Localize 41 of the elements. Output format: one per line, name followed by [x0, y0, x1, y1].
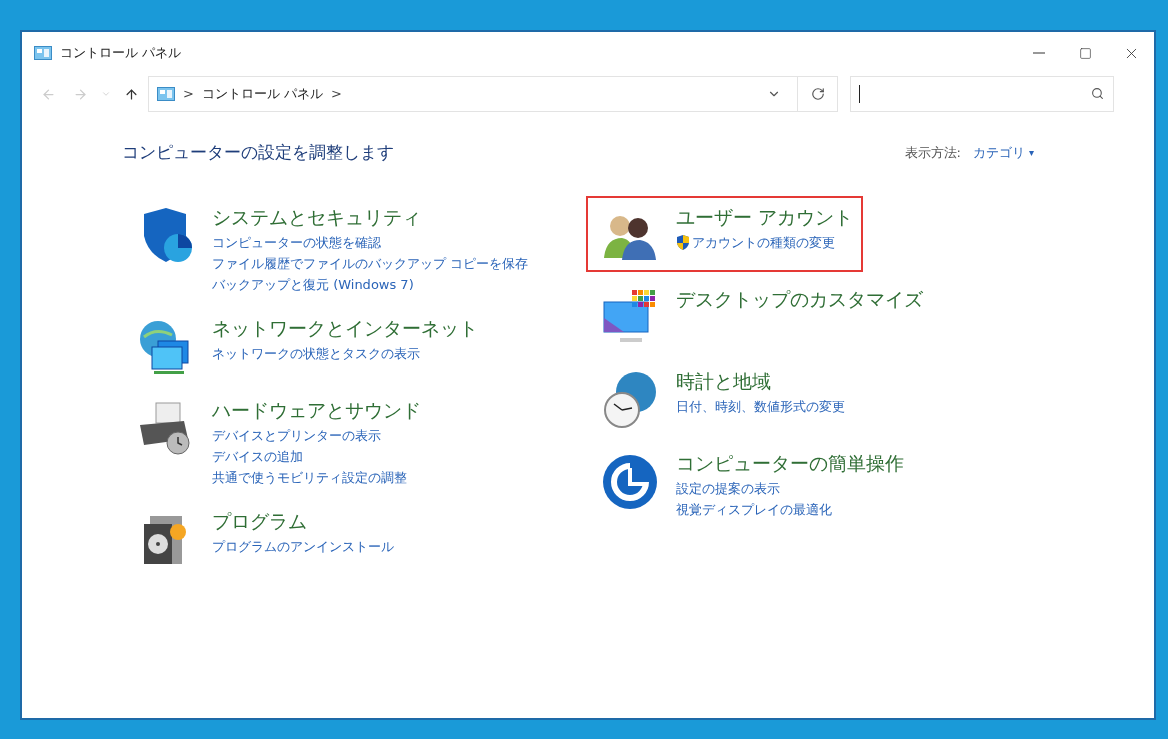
category-link[interactable]: アカウントの種類の変更	[676, 231, 854, 253]
maximize-icon	[1078, 46, 1092, 60]
category-link[interactable]: 視覚ディスプレイの最適化	[676, 498, 904, 520]
category-title[interactable]: デスクトップのカスタマイズ	[676, 283, 923, 314]
category-link[interactable]: 日付、時刻、数値形式の変更	[676, 395, 845, 417]
chevron-down-icon	[101, 89, 111, 99]
control-panel-icon	[34, 46, 52, 60]
forward-arrow-icon	[72, 86, 88, 102]
category-link[interactable]: ファイル履歴でファイルのバックアップ コピーを保存	[212, 252, 529, 274]
category-link[interactable]: 設定の提案の表示	[676, 477, 904, 499]
category-link[interactable]: バックアップと復元 (Windows 7)	[212, 273, 529, 295]
category-link[interactable]: デバイスとプリンターの表示	[212, 424, 421, 446]
caret-icon: ▾	[1028, 145, 1034, 161]
category-link[interactable]: コンピューターの状態を確認	[212, 231, 529, 253]
minimize-icon	[1033, 52, 1045, 54]
view-by-dropdown[interactable]: カテゴリ ▾	[972, 143, 1034, 163]
view-by-value: カテゴリ	[972, 144, 1025, 162]
text-cursor	[859, 85, 860, 103]
category-link[interactable]: 共通で使うモビリティ設定の調整	[212, 466, 421, 488]
breadcrumb-separator: >	[331, 85, 342, 104]
breadcrumb-item[interactable]: コントロール パネル	[201, 84, 324, 104]
category-title[interactable]: ハードウェアとサウンド	[212, 394, 421, 425]
search-icon	[1091, 87, 1104, 100]
breadcrumb-separator: >	[183, 85, 194, 104]
view-by-label: 表示方法:	[904, 144, 961, 162]
category-link[interactable]: プログラムのアンインストール	[212, 535, 394, 557]
category-title[interactable]: 時計と地域	[676, 365, 845, 396]
search-field[interactable]	[850, 76, 1114, 112]
refresh-icon	[810, 87, 825, 101]
uac-shield-icon	[676, 234, 690, 250]
category-link[interactable]: デバイスの追加	[212, 445, 421, 467]
category-title[interactable]: システムとセキュリティ	[212, 201, 529, 232]
category-title[interactable]: ユーザー アカウント	[676, 201, 854, 232]
category-link[interactable]: ネットワークの状態とタスクの表示	[212, 342, 478, 364]
category-title[interactable]: ネットワークとインターネット	[212, 312, 478, 343]
address-bar[interactable]: > コントロール パネル >	[148, 76, 838, 112]
category-title[interactable]: プログラム	[212, 505, 394, 536]
window-title: コントロール パネル	[60, 44, 182, 63]
page-heading: コンピューターの設定を調整します	[122, 141, 394, 164]
category-title[interactable]: コンピューターの簡単操作	[676, 447, 904, 478]
control-panel-icon	[157, 87, 175, 101]
